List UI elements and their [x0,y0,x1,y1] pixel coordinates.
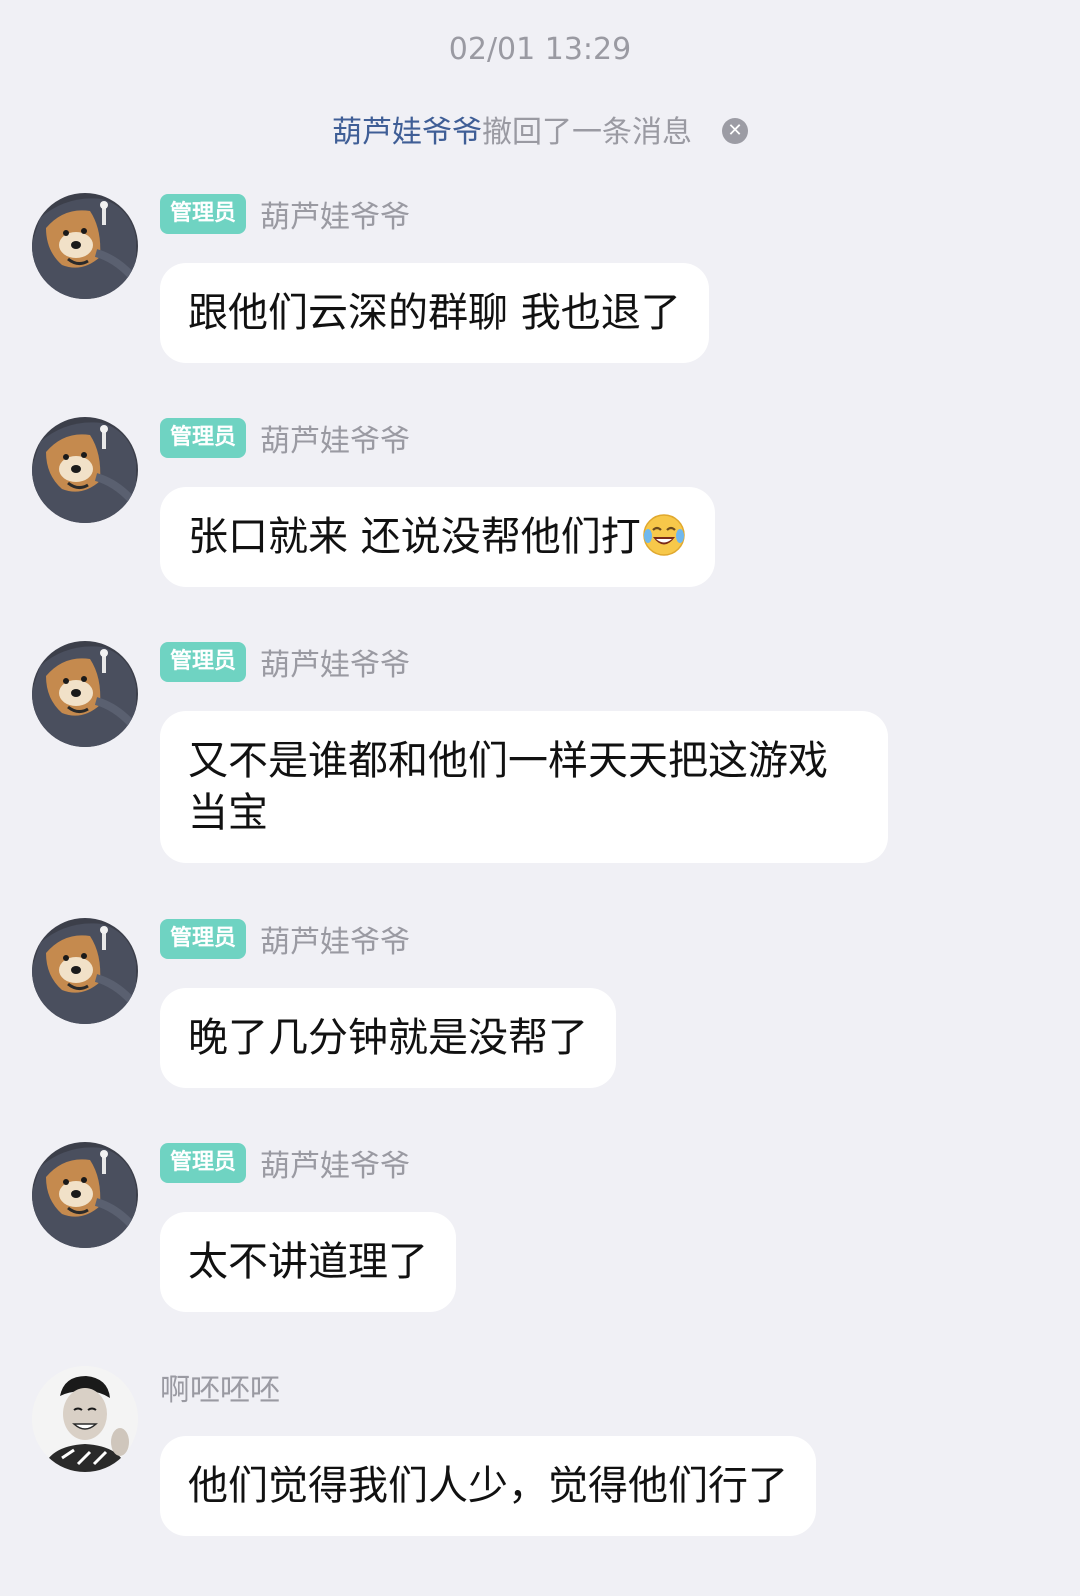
recall-sender-name[interactable]: 葫芦娃爷爷 [332,115,482,150]
message-bubble[interactable]: 又不是谁都和他们一样天天把这游戏当宝 [160,711,888,863]
message-bubble[interactable]: 晚了几分钟就是没帮了 [160,988,616,1088]
sender-name[interactable]: 葫芦娃爷爷 [260,917,410,961]
sender-name[interactable]: 葫芦娃爷爷 [260,192,410,236]
sender-name[interactable]: 葫芦娃爷爷 [260,416,410,460]
admin-badge: 管理员 [160,194,247,234]
message-bubble[interactable]: 张口就来 还说没帮他们打 [160,487,715,587]
timestamp: 02/01 13:29 [448,32,632,67]
admin-badge: 管理员 [160,418,247,458]
avatar[interactable] [32,918,138,1024]
close-icon[interactable]: ✕ [722,118,748,144]
message-bubble[interactable]: 跟他们云深的群聊 我也退了 [160,263,709,363]
smiling-man-avatar-icon [32,1366,138,1472]
avatar[interactable] [32,641,138,747]
admin-badge: 管理员 [160,919,247,959]
sender-name[interactable]: 葫芦娃爷爷 [260,640,410,684]
avatar[interactable] [32,193,138,299]
shiba-dog-avatar-icon [32,193,138,299]
sender-name[interactable]: 啊呸呸呸 [160,1365,280,1409]
message-bubble[interactable]: 太不讲道理了 [160,1212,456,1312]
shiba-dog-avatar-icon [32,641,138,747]
admin-badge: 管理员 [160,1143,247,1183]
recall-notice: 葫芦娃爷爷撤回了一条消息 ✕ [0,107,1080,151]
admin-badge: 管理员 [160,642,247,682]
recall-text: 撤回了一条消息 [482,115,692,150]
shiba-dog-avatar-icon [32,417,138,523]
message-bubble[interactable]: 他们觉得我们人少，觉得他们行了 [160,1436,816,1536]
message-text: 张口就来 还说没帮他们打 [188,514,641,560]
avatar[interactable] [32,417,138,523]
avatar[interactable] [32,1366,138,1472]
tears-of-joy-emoji-icon [642,514,685,556]
sender-name[interactable]: 葫芦娃爷爷 [260,1141,410,1185]
avatar[interactable] [32,1142,138,1248]
shiba-dog-avatar-icon [32,1142,138,1248]
shiba-dog-avatar-icon [32,918,138,1024]
